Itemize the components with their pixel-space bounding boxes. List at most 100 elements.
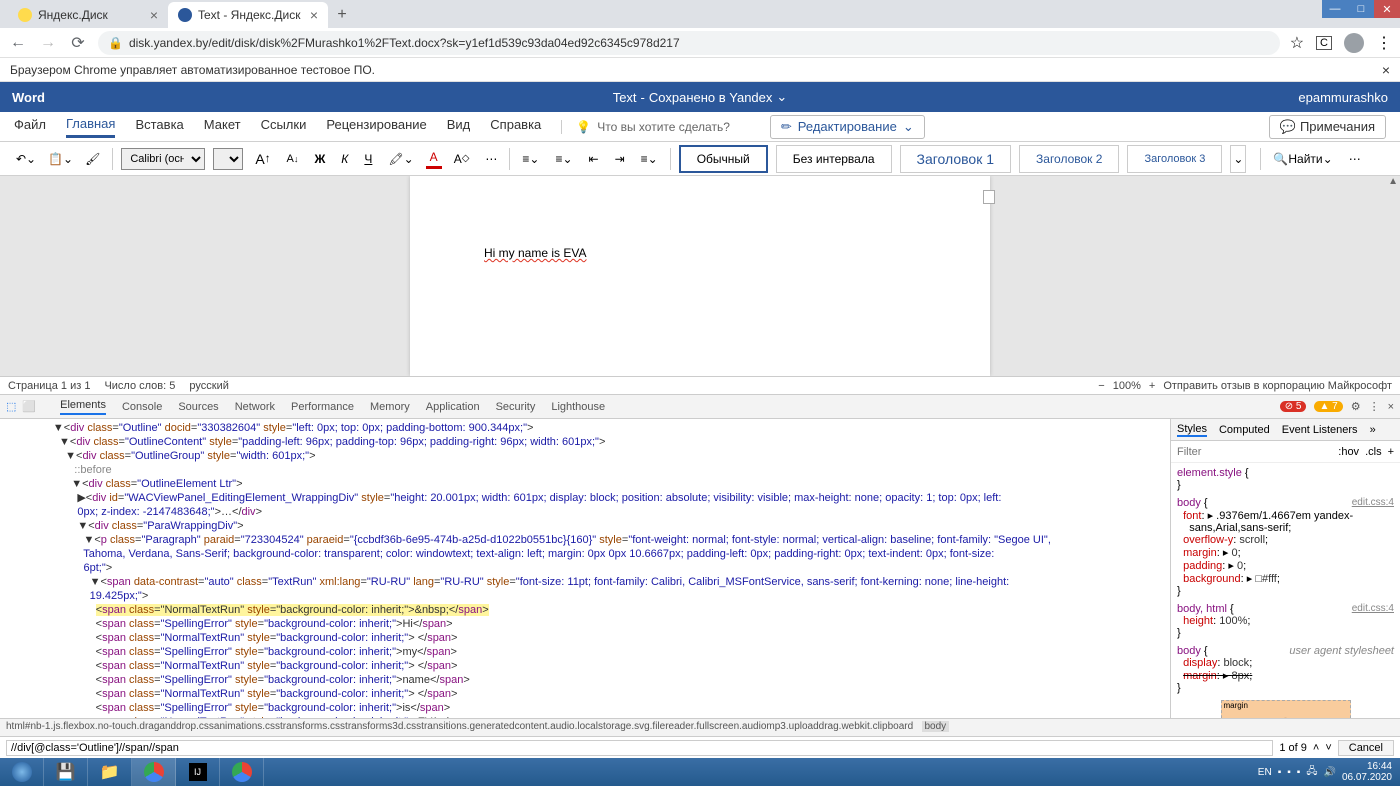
network-icon[interactable]: 🖧 — [1306, 764, 1317, 781]
new-tab-button[interactable]: + — [328, 2, 356, 28]
tab-layout[interactable]: Макет — [204, 117, 241, 136]
close-icon[interactable]: × — [310, 7, 318, 23]
comments-button[interactable]: 💬 Примечания — [1269, 115, 1386, 139]
italic-button[interactable]: К — [337, 150, 352, 168]
style-no-spacing[interactable]: Без интервала — [776, 145, 892, 173]
tab-file[interactable]: Файл — [14, 117, 46, 136]
word-count[interactable]: Число слов: 5 — [104, 380, 175, 392]
menu-icon[interactable]: ⋮ — [1376, 33, 1392, 53]
styles-dropdown-button[interactable]: ⌄ — [1230, 145, 1246, 173]
feedback-link[interactable]: Отправить отзыв в корпорацию Майкрософт — [1163, 380, 1392, 392]
tab-console[interactable]: Console — [122, 401, 162, 413]
back-button[interactable]: ← — [8, 33, 28, 53]
elements-search-input[interactable] — [6, 740, 1273, 756]
elements-breadcrumb[interactable]: html#nb-1.js.flexbox.no-touch.draganddro… — [0, 718, 1400, 736]
shrink-font-button[interactable]: A↓ — [283, 151, 303, 167]
tab-help[interactable]: Справка — [490, 117, 541, 136]
chevron-down-icon[interactable]: ⌄ — [776, 89, 787, 105]
extension-icon[interactable]: C — [1316, 36, 1332, 50]
tab-memory[interactable]: Memory — [370, 401, 410, 413]
search-next-button[interactable]: ˅ — [1325, 742, 1331, 754]
document-text[interactable]: Hi my name is EVA — [484, 246, 586, 260]
language-indicator[interactable]: EN — [1258, 767, 1272, 778]
tab-references[interactable]: Ссылки — [261, 117, 307, 136]
css-rules[interactable]: element.style {} edit.css:4body { font: … — [1171, 463, 1400, 718]
tab-home[interactable]: Главная — [66, 116, 115, 138]
user-name[interactable]: epammurashko — [1298, 90, 1388, 105]
increase-indent-button[interactable]: ⇥ — [611, 150, 629, 168]
start-button[interactable] — [0, 758, 44, 786]
event-listeners-tab[interactable]: Event Listeners — [1282, 424, 1358, 436]
styles-filter-input[interactable] — [1177, 446, 1332, 458]
align-button[interactable]: ≡⌄ — [637, 150, 662, 168]
window-maximize-button[interactable]: □ — [1348, 0, 1374, 18]
settings-icon[interactable]: ⚙ — [1351, 400, 1361, 413]
tab-lighthouse[interactable]: Lighthouse — [551, 401, 605, 413]
tray-icon[interactable]: ▪ — [1297, 767, 1301, 778]
font-family-select[interactable]: Calibri (основн… — [121, 148, 205, 170]
highlight-button[interactable]: 🖍⌄ — [384, 150, 417, 168]
elements-tree[interactable]: ▼<div class="Outline" docid="330382604" … — [0, 419, 1170, 718]
error-count-badge[interactable]: ⊘ 5 — [1280, 401, 1307, 412]
tab-insert[interactable]: Вставка — [135, 117, 183, 136]
zoom-in-button[interactable]: + — [1149, 380, 1155, 392]
ruler-marker[interactable] — [983, 190, 995, 204]
window-minimize-button[interactable]: — — [1322, 0, 1348, 18]
decrease-indent-button[interactable]: ⇤ — [585, 150, 603, 168]
tab-view[interactable]: Вид — [447, 117, 471, 136]
tray-icon[interactable]: ▪ — [1278, 767, 1282, 778]
zoom-out-button[interactable]: − — [1098, 380, 1104, 392]
clock-time[interactable]: 16:44 — [1342, 761, 1392, 772]
reload-button[interactable]: ⟳ — [68, 33, 88, 53]
tab-security[interactable]: Security — [496, 401, 536, 413]
window-close-button[interactable]: ✕ — [1374, 0, 1400, 18]
style-heading1[interactable]: Заголовок 1 — [900, 145, 1012, 173]
clock-date[interactable]: 06.07.2020 — [1342, 772, 1392, 783]
volume-icon[interactable]: 🔊 — [1323, 767, 1335, 778]
tab-performance[interactable]: Performance — [291, 401, 354, 413]
format-painter-button[interactable]: 🖌 — [81, 150, 104, 168]
profile-icon[interactable] — [1344, 33, 1364, 53]
underline-button[interactable]: Ч — [360, 150, 376, 168]
address-bar[interactable]: 🔒 disk.yandex.by/edit/disk/disk%2FMurash… — [98, 31, 1280, 55]
tab-elements[interactable]: Elements — [60, 399, 106, 415]
tell-me-search[interactable]: 💡 Что вы хотите сделать? — [561, 120, 730, 134]
page-indicator[interactable]: Страница 1 из 1 — [8, 380, 90, 392]
document-canvas[interactable]: Hi my name is EVA ▲ — [0, 176, 1400, 376]
hov-toggle[interactable]: :hov — [1338, 446, 1359, 458]
grow-font-button[interactable]: A↑ — [251, 149, 274, 169]
bookmark-icon[interactable]: ☆ — [1290, 33, 1304, 53]
font-size-select[interactable]: 11 — [213, 148, 243, 170]
forward-button[interactable]: → — [38, 33, 58, 53]
close-icon[interactable]: × — [1388, 401, 1394, 413]
tab-review[interactable]: Рецензирование — [326, 117, 426, 136]
bullets-button[interactable]: ≡⌄ — [518, 150, 543, 168]
paste-button[interactable]: 📋⌄ — [44, 150, 77, 168]
box-model-diagram[interactable]: margin- border- padding- 1903 × 425 - - … — [1221, 700, 1351, 718]
task-save-icon[interactable]: 💾 — [44, 758, 88, 786]
browser-tab[interactable]: Яндекс.Диск × — [8, 2, 168, 28]
more-button[interactable]: ⋯ — [1345, 150, 1365, 168]
warning-count-badge[interactable]: ▲ 7 — [1314, 401, 1342, 412]
device-toggle-icon[interactable]: ⬜ — [22, 400, 36, 413]
clear-formatting-button[interactable]: A◇ — [450, 150, 474, 168]
document-page[interactable]: Hi my name is EVA — [410, 176, 990, 376]
computed-tab[interactable]: Computed — [1219, 424, 1270, 436]
style-heading2[interactable]: Заголовок 2 — [1019, 145, 1119, 173]
more-tabs-icon[interactable]: » — [1370, 424, 1376, 436]
task-chrome-icon[interactable] — [132, 758, 176, 786]
language-indicator[interactable]: русский — [189, 380, 228, 392]
task-chrome2-icon[interactable] — [220, 758, 264, 786]
close-icon[interactable]: × — [150, 7, 158, 23]
font-color-button[interactable]: A — [426, 148, 442, 169]
numbering-button[interactable]: ≡⌄ — [551, 150, 576, 168]
bold-button[interactable]: Ж — [310, 150, 329, 168]
tab-sources[interactable]: Sources — [178, 401, 218, 413]
tab-application[interactable]: Application — [426, 401, 480, 413]
task-explorer-icon[interactable]: 📁 — [88, 758, 132, 786]
tab-network[interactable]: Network — [235, 401, 275, 413]
breadcrumb-body[interactable]: body — [922, 721, 950, 732]
find-button[interactable]: 🔍 Найти ⌄ — [1269, 150, 1336, 168]
menu-icon[interactable]: ⋮ — [1369, 400, 1380, 413]
undo-button[interactable]: ↶⌄ — [12, 150, 40, 168]
